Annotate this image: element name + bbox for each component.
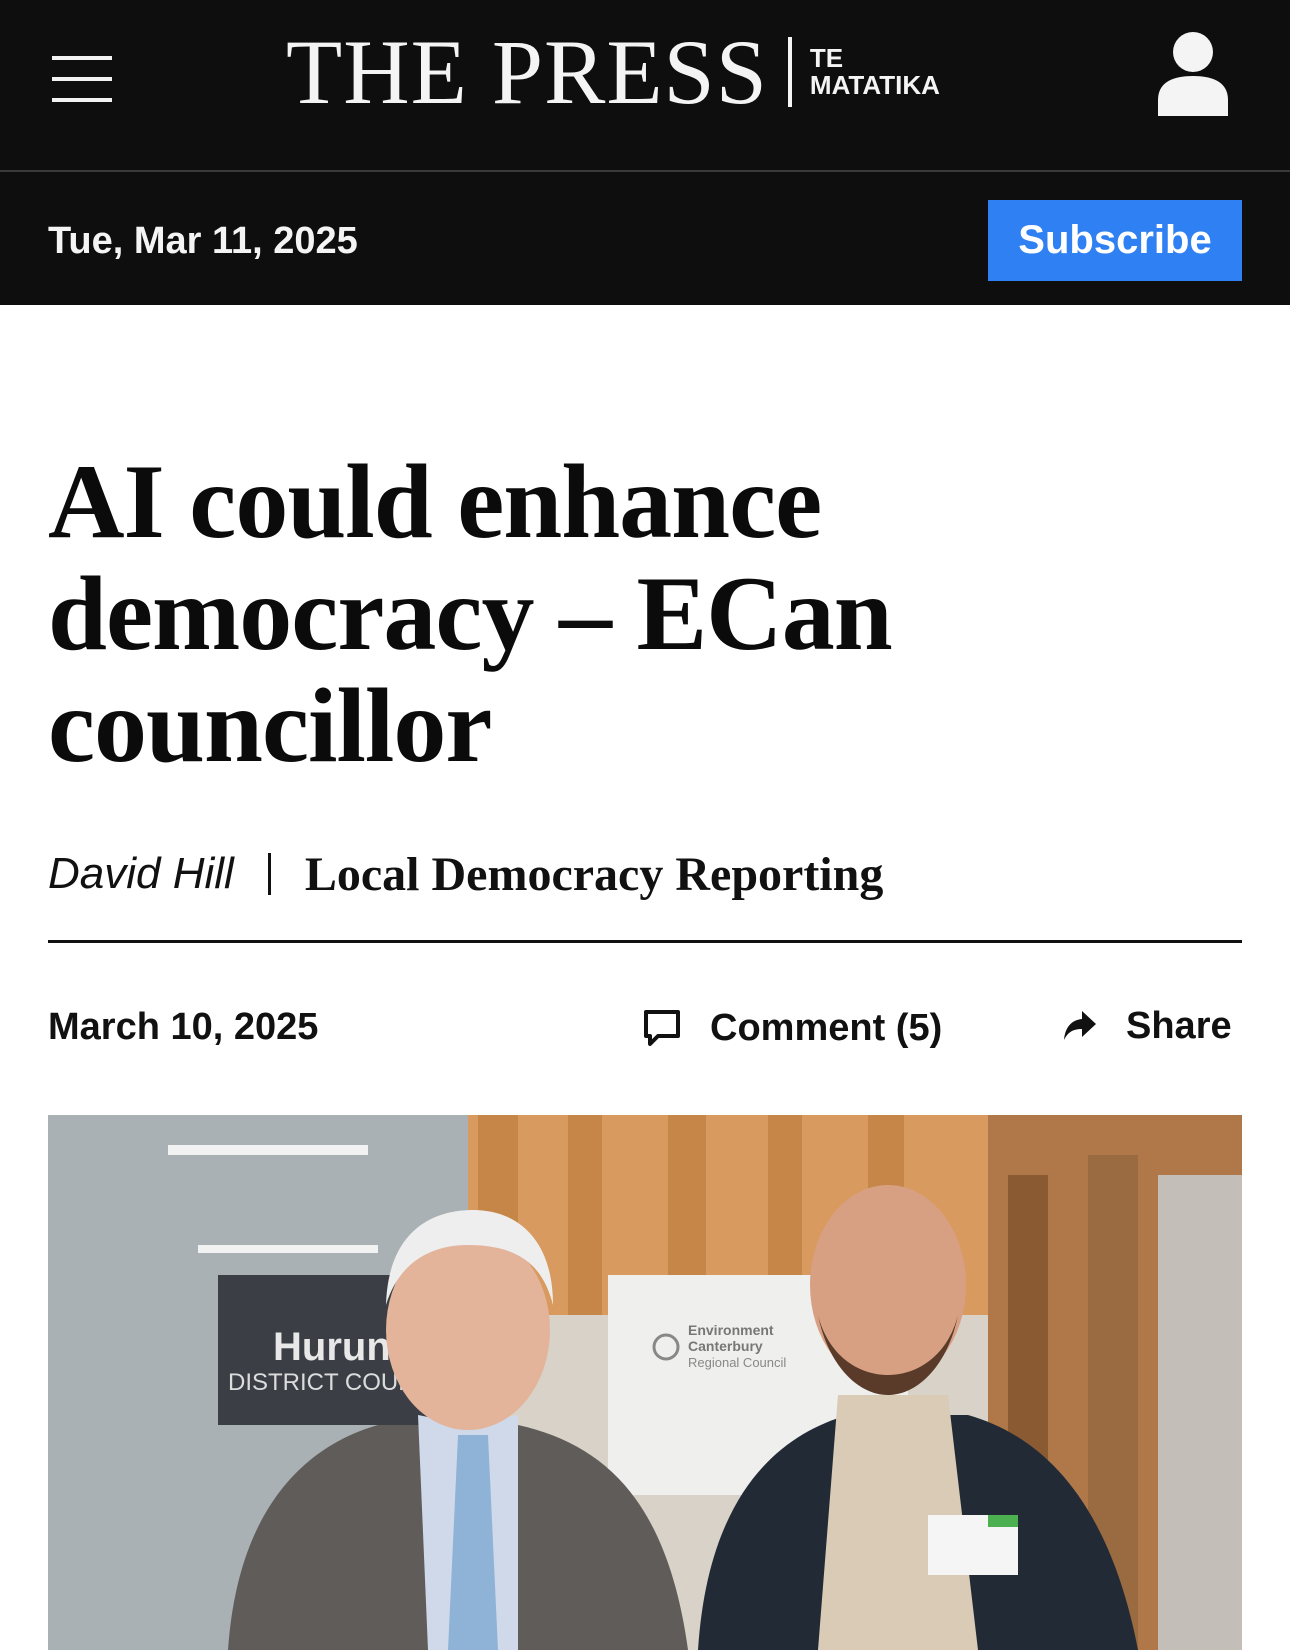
sign-text-2: DISTRICT COUN: [228, 1369, 416, 1396]
byline-divider: [48, 940, 1242, 943]
share-label: Share: [1126, 1004, 1232, 1047]
masthead-subtitle-line2: MATATIKA: [809, 70, 940, 100]
share-button[interactable]: Share: [1062, 1002, 1232, 1050]
byline: David Hill Local Democracy Reporting: [48, 844, 883, 904]
user-account-icon[interactable]: [1156, 30, 1230, 116]
publish-date: March 10, 2025: [48, 1006, 319, 1048]
sign-text-1: Hurun: [273, 1325, 391, 1369]
masthead-subtitle: TE MATATIKA: [810, 45, 940, 99]
subscribe-button[interactable]: Subscribe: [988, 200, 1242, 281]
byline-separator: [267, 853, 271, 895]
site-logo[interactable]: THE PRESS TE MATATIKA: [286, 26, 940, 118]
comment-button[interactable]: Comment (5): [642, 1004, 942, 1052]
share-arrow-icon: [1064, 1011, 1096, 1040]
date-bar: Tue, Mar 11, 2025 Subscribe: [0, 172, 1290, 305]
banner-text-2: Canterbury: [688, 1338, 763, 1354]
masthead-divider: [787, 37, 792, 107]
speech-bubble-icon: [644, 1010, 680, 1046]
banner-text-3: Regional Council: [688, 1355, 786, 1370]
masthead-name: THE PRESS: [286, 21, 768, 123]
top-navigation-bar: THE PRESS TE MATATIKA: [0, 0, 1290, 172]
current-date: Tue, Mar 11, 2025: [48, 220, 358, 262]
author-name[interactable]: David Hill: [48, 849, 234, 899]
comment-label: Comment (5): [710, 1006, 943, 1049]
article-hero-photo[interactable]: Environment Canterbury Regional Council …: [48, 1115, 1242, 1650]
masthead-subtitle-line1: TE: [809, 43, 844, 73]
article-source[interactable]: Local Democracy Reporting: [305, 847, 884, 902]
banner-text-1: Environment: [688, 1322, 774, 1338]
article-headline: AI could enhance democracy – ECan counci…: [48, 443, 893, 784]
hamburger-menu-icon[interactable]: [52, 56, 112, 102]
